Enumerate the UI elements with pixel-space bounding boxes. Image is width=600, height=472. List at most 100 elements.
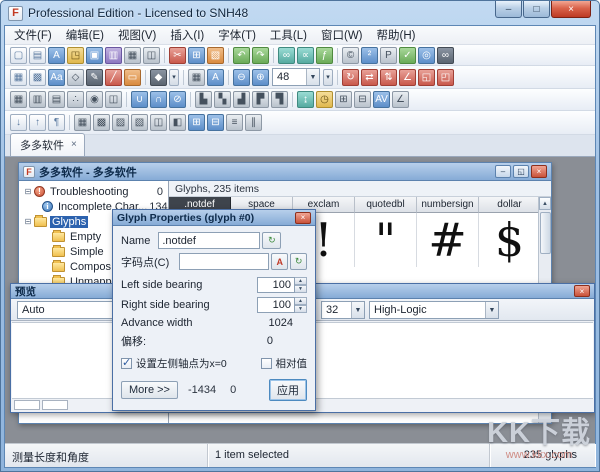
find-glyph-button[interactable]: ◎ <box>418 47 435 64</box>
snap-guides-button[interactable]: ⊟ <box>354 91 371 108</box>
menu-item[interactable]: 视图(V) <box>111 25 163 45</box>
eraser-tool-button[interactable]: ▭ <box>124 69 141 86</box>
menu-item[interactable]: 字体(T) <box>211 25 263 45</box>
spin-down-icon[interactable]: ▼ <box>295 285 307 293</box>
fill-mode-button[interactable]: ◆ <box>150 69 167 86</box>
zoom-level-combobox[interactable]: 48 ▼ <box>272 68 320 86</box>
tree-expander-icon[interactable]: ⊟ <box>23 217 33 226</box>
lsb-spin-arrows[interactable]: ▲▼ <box>295 277 307 293</box>
scrollbar-thumb[interactable] <box>540 212 551 254</box>
glyph-cell[interactable]: $ <box>479 213 541 267</box>
undo-button[interactable]: ↶ <box>233 47 250 64</box>
measure-button[interactable]: ∠ <box>392 91 409 108</box>
document-minimize-button[interactable]: – <box>495 165 511 178</box>
glyph-column-header[interactable]: numbersign <box>417 197 479 213</box>
exclude-button[interactable]: ⊘ <box>169 91 186 108</box>
close-button[interactable]: × <box>551 1 591 18</box>
align-bottom-button[interactable]: ▜ <box>271 91 288 108</box>
redo-button[interactable]: ↷ <box>252 47 269 64</box>
preview-page-cell[interactable] <box>42 400 68 410</box>
menu-item[interactable]: 帮助(H) <box>370 25 423 45</box>
export-font-button[interactable]: ▥ <box>105 47 122 64</box>
checkbox-checked-icon[interactable] <box>121 358 132 369</box>
range-table-button[interactable]: ◧ <box>169 114 186 131</box>
maximize-button[interactable]: □ <box>523 1 550 18</box>
contour-mode-button[interactable]: ◇ <box>67 69 84 86</box>
document-titlebar[interactable]: F 多多软件 - 多多软件 – ◱ × <box>19 163 551 181</box>
insert-link-button[interactable]: ∞ <box>278 47 295 64</box>
glyph-report-button[interactable]: ¶ <box>48 114 65 131</box>
menu-item[interactable]: 窗口(W) <box>314 25 370 45</box>
menu-item[interactable]: 文件(F) <box>7 25 59 45</box>
superscript-block-button[interactable]: ² <box>361 47 378 64</box>
zoom-mode-arrow[interactable]: ▾ <box>323 69 333 86</box>
glyph-grid-button[interactable]: ▩ <box>29 69 46 86</box>
group-table-button[interactable]: ◫ <box>150 114 167 131</box>
preview-size-combobox[interactable]: 32 ▼ <box>321 301 365 319</box>
glyph-cell[interactable]: " <box>355 213 417 267</box>
font-properties-button[interactable]: A <box>48 47 65 64</box>
show-grid-button[interactable]: ▦ <box>10 91 27 108</box>
font-overview-button[interactable]: ▤ <box>29 47 46 64</box>
import-glyph-button[interactable]: ↓ <box>10 114 27 131</box>
spin-down-icon[interactable]: ▼ <box>295 305 307 313</box>
fill-mode-arrow[interactable]: ▾ <box>169 69 179 86</box>
scale-button[interactable]: ◱ <box>418 69 435 86</box>
print-preview-button[interactable]: ◫ <box>143 47 160 64</box>
menu-item[interactable]: 编辑(E) <box>59 25 111 45</box>
paste-button[interactable]: ▧ <box>207 47 224 64</box>
minimize-button[interactable]: – <box>495 1 522 18</box>
preview-close-button[interactable]: × <box>574 285 590 297</box>
name-generate-button[interactable]: ↻ <box>262 232 281 249</box>
show-metrics-button[interactable]: ▥ <box>29 91 46 108</box>
rsb-value[interactable]: 100 <box>257 297 295 313</box>
glyph-cell[interactable]: # <box>417 213 479 267</box>
preview-toggle-button[interactable]: ∞ <box>437 47 454 64</box>
preview-engine-combobox[interactable]: High-Logic ▼ <box>369 301 499 319</box>
flip-vertical-button[interactable]: ⇅ <box>380 69 397 86</box>
codepoint-clear-button[interactable]: A <box>271 253 288 270</box>
glyph-column-header[interactable]: quotedbl <box>355 197 417 213</box>
anchor-button[interactable]: ↨ <box>297 91 314 108</box>
more-button[interactable]: More >> <box>121 381 178 399</box>
zoom-out-button[interactable]: ⊖ <box>233 69 250 86</box>
rotate-button[interactable]: ↻ <box>342 69 359 86</box>
char-grid-button[interactable]: ▦ <box>10 69 27 86</box>
class-table-button[interactable]: ▨ <box>112 114 129 131</box>
open-font-button[interactable]: ◳ <box>67 47 84 64</box>
codepoint-input[interactable] <box>179 253 269 270</box>
metrics-table-button[interactable]: ▦ <box>74 114 91 131</box>
new-font-button[interactable]: ▢ <box>10 47 27 64</box>
formula-fx-button[interactable]: ƒ <box>316 47 333 64</box>
flip-horizontal-button[interactable]: ⇄ <box>361 69 378 86</box>
pair-table-button[interactable]: ▧ <box>131 114 148 131</box>
tab-active-document[interactable]: 多多软件 × <box>10 133 85 156</box>
spin-up-icon[interactable]: ▲ <box>295 277 307 285</box>
union-button[interactable]: ∪ <box>131 91 148 108</box>
kerning-table-button[interactable]: ▩ <box>93 114 110 131</box>
validate-font-button[interactable]: ✓ <box>399 47 416 64</box>
pen-tool-button[interactable]: ✎ <box>86 69 103 86</box>
align-right-button[interactable]: ▟ <box>233 91 250 108</box>
document-close-button[interactable]: × <box>531 165 547 178</box>
relative-value-option[interactable]: 相对值 <box>261 356 308 371</box>
menu-item[interactable]: 工具(L) <box>263 25 314 45</box>
tree-item[interactable]: ⊟ Troubleshooting 0 <box>19 184 168 199</box>
spin-up-icon[interactable]: ▲ <box>295 297 307 305</box>
glyph-name-input[interactable]: .notdef <box>158 232 260 249</box>
align-center-button[interactable]: ▚ <box>214 91 231 108</box>
lsb-stepper[interactable]: 100 ▲▼ <box>257 277 307 293</box>
codepoint-refresh-button[interactable]: ↻ <box>290 253 307 270</box>
copy-button[interactable]: ⊞ <box>188 47 205 64</box>
preview-page-cell[interactable] <box>14 400 40 410</box>
row-insert-button[interactable]: ≡ <box>226 114 243 131</box>
kerning-button[interactable]: AV <box>373 91 390 108</box>
snap-grid-button[interactable]: ⊞ <box>335 91 352 108</box>
intersect-button[interactable]: ∩ <box>150 91 167 108</box>
scroll-up-icon[interactable]: ▲ <box>539 197 551 210</box>
show-contours-button[interactable]: ◉ <box>86 91 103 108</box>
set-left-anchor-option[interactable]: 设置左侧轴点为x=0 <box>121 356 227 371</box>
print-button[interactable]: ▦ <box>124 47 141 64</box>
cell-merge-button[interactable]: ⊟ <box>207 114 224 131</box>
transform-button[interactable]: ◰ <box>437 69 454 86</box>
